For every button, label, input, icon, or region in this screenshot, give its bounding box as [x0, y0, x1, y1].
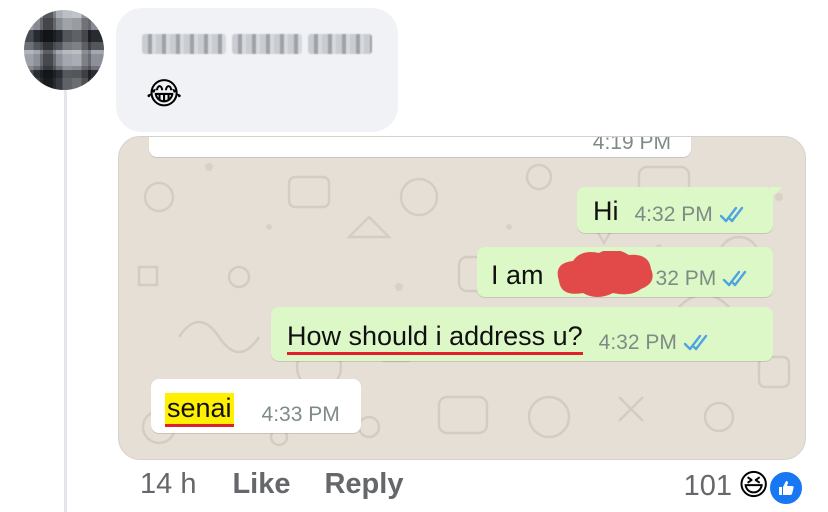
- message-text: How should i address u?: [287, 321, 583, 355]
- reaction-icons: 😆: [738, 468, 806, 506]
- outgoing-message: I am 32 PM: [477, 247, 773, 297]
- avatar[interactable]: [24, 10, 104, 90]
- message-time: 4:32 PM: [634, 203, 713, 226]
- comment-bubble: 😂: [116, 8, 398, 132]
- comment-timestamp[interactable]: 14 h: [140, 468, 196, 501]
- message-time: 4:19 PM: [592, 136, 671, 154]
- double-check-icon: [719, 206, 743, 223]
- message-time: 4:33 PM: [261, 403, 340, 426]
- double-check-icon: [683, 334, 708, 351]
- message-time: 4:32 PM: [598, 331, 677, 354]
- message-text: I am: [491, 260, 544, 290]
- laugh-emoji: 😂: [146, 76, 183, 111]
- reply-button[interactable]: Reply: [324, 468, 403, 501]
- previous-message-stub: 4:19 PM: [149, 136, 691, 157]
- thread-line: [64, 90, 67, 512]
- message-meta: 4:32 PM: [635, 203, 749, 227]
- redaction-scribble: [557, 251, 653, 297]
- double-check-icon: [723, 270, 747, 287]
- reaction-count: 101: [683, 469, 732, 502]
- blurred-author-name[interactable]: [142, 34, 372, 54]
- thumbs-up-icon: [768, 470, 804, 506]
- outgoing-message: Hi 4:32 PM: [577, 187, 782, 233]
- chat-screenshot-image[interactable]: 4:19 PM Hi 4:32 PM I am 32 PM How should…: [118, 136, 806, 460]
- bubble-tail: [770, 187, 782, 199]
- message-text: Hi: [593, 196, 619, 226]
- message-meta: 4:32 PM: [599, 331, 713, 355]
- message-text: senai: [165, 393, 234, 427]
- message-meta: 32 PM: [656, 267, 753, 291]
- message-time: 32 PM: [655, 267, 717, 290]
- comment-actions: 14 h Like Reply: [140, 468, 403, 501]
- like-button[interactable]: Like: [232, 468, 290, 501]
- outgoing-message: How should i address u? 4:32 PM: [271, 307, 773, 361]
- reactions-summary[interactable]: 101 😆: [683, 468, 806, 506]
- incoming-message: senai 4:33 PM: [151, 379, 361, 433]
